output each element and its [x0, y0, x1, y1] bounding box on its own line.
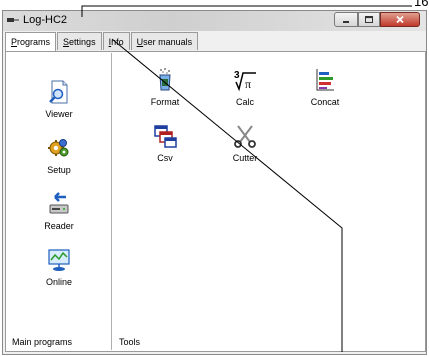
concat-icon — [316, 69, 334, 91]
tab-programs[interactable]: Programs — [5, 32, 57, 52]
viewer-icon — [49, 80, 68, 104]
callout-number: 16 — [414, 0, 429, 9]
application-window: Log-HC2 Programs Settings Info User manu… — [2, 10, 427, 355]
close-button[interactable] — [380, 12, 420, 27]
caption-buttons — [334, 12, 420, 28]
tools-panel: Format 3 π Calc Concat Csv Cutter Tools — [112, 53, 424, 350]
programs-tab-content: Viewer Setup Reader Online Main programs… — [5, 51, 426, 352]
main-programs-panel: Viewer Setup Reader Online Main programs — [7, 53, 112, 350]
setup-label: Setup — [47, 165, 71, 175]
csv-label: Csv — [157, 153, 173, 163]
calc-label: Calc — [235, 97, 254, 107]
tab-info-label: nfo — [111, 37, 124, 47]
cutter-icon — [234, 125, 256, 148]
format-label: Format — [150, 97, 180, 107]
csv-icon — [154, 125, 177, 148]
csv-launcher[interactable]: Csv — [130, 123, 200, 163]
reader-label: Reader — [44, 221, 74, 231]
maximize-icon — [365, 16, 373, 23]
online-launcher[interactable]: Online — [24, 247, 94, 287]
tab-strip: Programs Settings Info User manuals — [5, 32, 199, 52]
tab-settings[interactable]: Settings — [57, 32, 102, 50]
maximize-button[interactable] — [358, 12, 380, 27]
viewer-label: Viewer — [45, 109, 73, 119]
online-icon — [48, 249, 70, 271]
main-programs-label: Main programs — [12, 337, 73, 347]
figure: Log-HC2 Programs Settings Info User manu… — [0, 0, 429, 357]
online-label: Online — [45, 277, 72, 287]
svg-text:3: 3 — [234, 70, 240, 81]
concat-launcher[interactable]: Concat — [290, 67, 360, 107]
app-icon — [7, 18, 19, 22]
minimize-icon — [343, 20, 349, 23]
tab-info[interactable]: Info — [102, 32, 130, 50]
format-launcher[interactable]: Format — [130, 67, 200, 107]
reader-icon — [49, 192, 69, 214]
setup-icon — [48, 139, 69, 157]
viewer-launcher[interactable]: Viewer — [24, 79, 94, 119]
tab-settings-label: ettings — [69, 37, 96, 47]
tools-label: Tools — [119, 337, 141, 347]
tab-user-manuals-label: ser manuals — [143, 37, 193, 47]
cutter-label: Cutter — [232, 153, 258, 163]
title-bar[interactable]: Log-HC2 — [3, 11, 426, 31]
setup-launcher[interactable]: Setup — [24, 135, 94, 175]
minimize-button[interactable] — [334, 12, 358, 27]
calc-launcher[interactable]: 3 π Calc — [210, 67, 280, 107]
calc-icon: 3 π — [234, 70, 256, 92]
concat-label: Concat — [310, 97, 340, 107]
svg-text:π: π — [245, 77, 251, 91]
format-icon — [159, 68, 171, 91]
close-icon — [396, 15, 404, 24]
tab-programs-label: rograms — [17, 37, 51, 47]
window-title: Log-HC2 — [23, 14, 68, 26]
cutter-launcher[interactable]: Cutter — [210, 123, 280, 163]
reader-launcher[interactable]: Reader — [24, 191, 94, 231]
tab-user-manuals[interactable]: User manuals — [130, 32, 199, 50]
